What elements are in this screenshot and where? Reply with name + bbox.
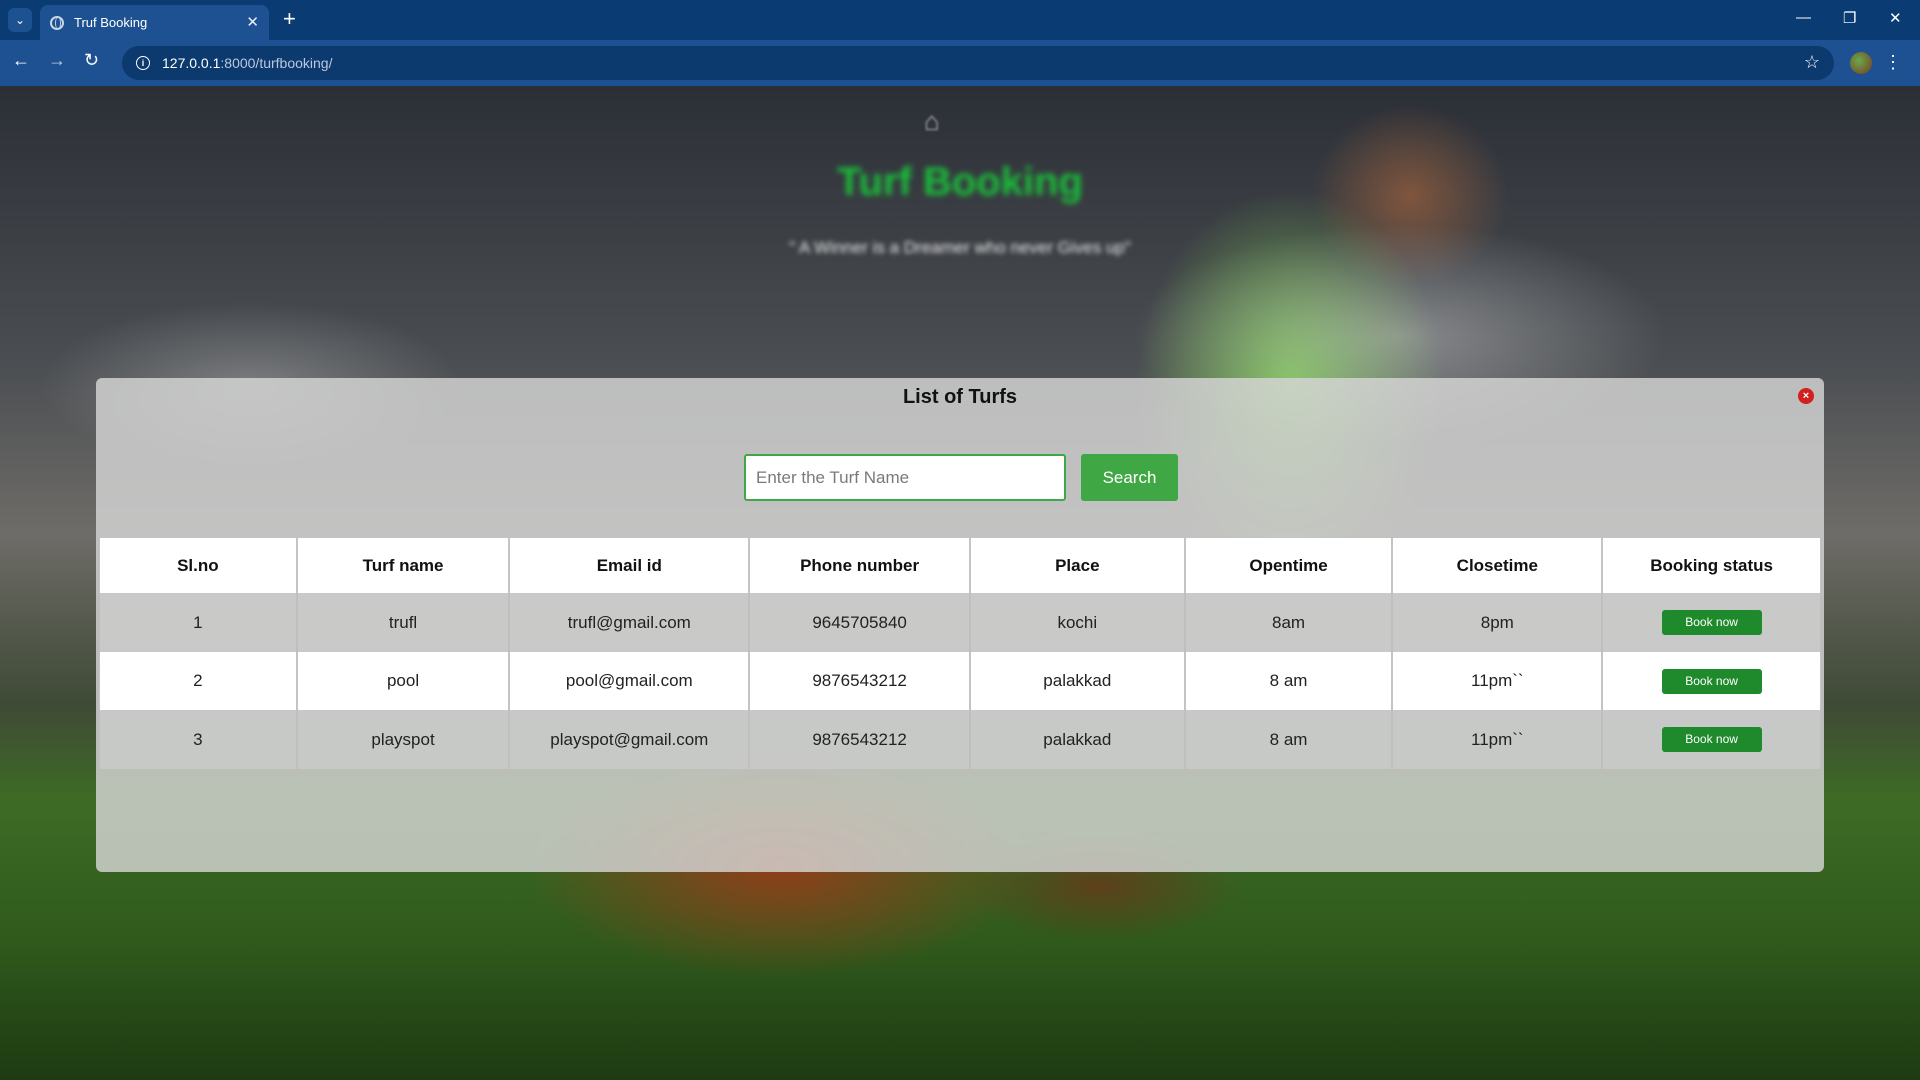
home-icon[interactable]: ⌂ — [924, 106, 940, 137]
modal-title: List of Turfs — [902, 386, 1018, 408]
cell-opentime: 8am — [1183, 593, 1394, 652]
hero-title: Turf Booking — [837, 160, 1083, 204]
cell-slno: 3 — [98, 710, 298, 769]
more-menu-icon[interactable]: ⋮ — [1884, 52, 1902, 73]
cell-place: kochi — [968, 593, 1186, 652]
cell-closetime: 8pm — [1391, 593, 1604, 652]
cell-closetime: 11pm`` — [1391, 710, 1604, 769]
cell-turf-name: playspot — [295, 710, 511, 769]
cell-booking-status: Book now — [1601, 710, 1822, 769]
browser-tab[interactable]: Truf Booking ✕ — [40, 5, 269, 40]
turf-search-input[interactable] — [744, 454, 1066, 501]
back-arrow-icon[interactable]: ← — [12, 50, 30, 71]
column-header-email: Email id — [508, 538, 751, 593]
window-close-icon[interactable]: ✕ — [1889, 9, 1902, 27]
globe-icon — [50, 15, 64, 30]
browser-tab-strip: ⌄ Truf Booking ✕ + — ❐ ✕ — [0, 0, 1920, 40]
restore-icon[interactable]: ❐ — [1843, 9, 1856, 27]
cell-slno: 1 — [98, 593, 298, 652]
profile-avatar[interactable] — [1850, 52, 1872, 74]
column-header-booking-status: Booking status — [1601, 538, 1822, 593]
cell-booking-status: Book now — [1601, 652, 1822, 710]
forward-arrow-icon[interactable]: → — [48, 50, 66, 71]
cell-email: playspot@gmail.com — [508, 710, 751, 769]
cell-turf-name: pool — [295, 652, 511, 710]
tab-close-icon[interactable]: ✕ — [246, 13, 259, 31]
column-header-closetime: Closetime — [1391, 538, 1604, 593]
tab-title: Truf Booking — [74, 15, 148, 30]
cell-opentime: 8 am — [1183, 652, 1394, 710]
cell-slno: 2 — [98, 652, 298, 710]
bookmark-star-icon[interactable]: ☆ — [1804, 52, 1820, 73]
table-header-row: Sl.no Turf name Email id Phone number Pl… — [98, 538, 1822, 593]
table-row: 3 playspot playspot@gmail.com 9876543212… — [98, 710, 1822, 769]
cell-place: palakkad — [968, 652, 1186, 710]
cell-turf-name: trufl — [295, 593, 511, 652]
search-button[interactable]: Search — [1081, 454, 1178, 501]
column-header-turf-name: Turf name — [295, 538, 511, 593]
cell-phone: 9876543212 — [748, 710, 971, 769]
cell-email: pool@gmail.com — [508, 652, 751, 710]
cell-booking-status: Book now — [1601, 593, 1822, 652]
cell-phone: 9645705840 — [748, 593, 971, 652]
table-row: 1 trufl trufl@gmail.com 9645705840 kochi… — [98, 593, 1822, 652]
hero-quote: " A Winner is a Dreamer who never Gives … — [789, 238, 1131, 257]
column-header-slno: Sl.no — [98, 538, 298, 593]
cell-phone: 9876543212 — [748, 652, 971, 710]
url-path: :8000/turfbooking/ — [220, 55, 333, 71]
column-header-place: Place — [968, 538, 1186, 593]
book-now-button[interactable]: Book now — [1661, 668, 1762, 694]
tab-search-chevron-icon[interactable]: ⌄ — [8, 8, 32, 32]
cell-email: trufl@gmail.com — [508, 593, 751, 652]
book-now-button[interactable]: Book now — [1661, 727, 1762, 752]
reload-icon[interactable]: ↻ — [84, 50, 99, 71]
address-bar[interactable]: i 127.0.0.1:8000/turfbooking/ ☆ — [122, 46, 1834, 80]
cell-closetime: 11pm`` — [1391, 652, 1604, 710]
table-row: 2 pool pool@gmail.com 9876543212 palakka… — [98, 652, 1822, 710]
cell-place: palakkad — [968, 710, 1186, 769]
book-now-button[interactable]: Book now — [1661, 610, 1762, 635]
new-tab-plus-icon[interactable]: + — [283, 8, 296, 30]
modal-close-icon[interactable]: × — [1798, 388, 1814, 404]
turf-list-modal: List of Turfs × Search Sl.no Turf name E… — [96, 378, 1824, 872]
turf-table: Sl.no Turf name Email id Phone number Pl… — [98, 538, 1822, 769]
column-header-phone: Phone number — [748, 538, 971, 593]
site-info-icon[interactable]: i — [136, 56, 150, 70]
browser-toolbar: ← → ↻ i 127.0.0.1:8000/turfbooking/ ☆ ⋮ — [0, 40, 1920, 86]
url-host: 127.0.0.1 — [162, 55, 221, 71]
page-background: ⌂ Turf Booking " A Winner is a Dreamer w… — [0, 86, 1920, 1080]
cell-opentime: 8 am — [1183, 710, 1394, 769]
minimize-icon[interactable]: — — [1796, 9, 1811, 26]
column-header-opentime: Opentime — [1183, 538, 1394, 593]
